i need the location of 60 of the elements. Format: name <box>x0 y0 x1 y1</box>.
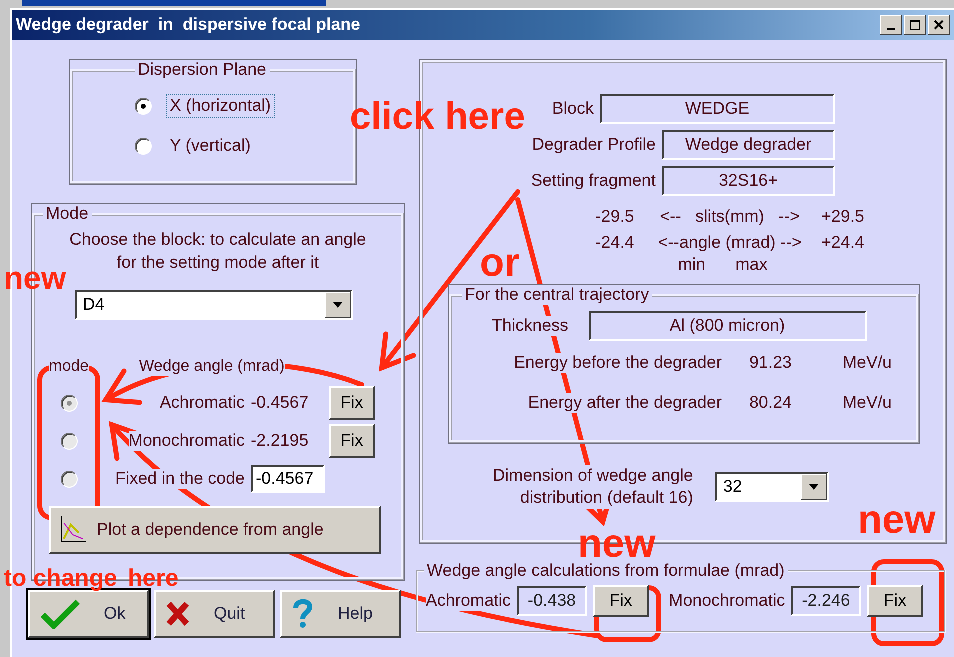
dimension-dropdown[interactable]: 32 <box>715 472 830 502</box>
value-display: -2.246 <box>791 586 862 616</box>
ok-button[interactable]: Ok <box>28 590 149 638</box>
block-dropdown[interactable]: D4 <box>75 290 353 320</box>
row-label: Fixed in the code <box>116 469 245 489</box>
range-label: <--angle (mrad) --> <box>657 233 803 253</box>
max-label: max <box>736 255 768 275</box>
chart-icon <box>59 515 87 545</box>
maximize-button[interactable] <box>904 15 926 35</box>
field-label: Setting fragment <box>531 171 656 191</box>
close-button[interactable] <box>928 15 950 35</box>
annotation-text: new <box>858 500 936 540</box>
annotation-text: here <box>128 567 179 591</box>
max-value: +24.4 <box>820 233 866 253</box>
radio-label[interactable]: X (horizontal) <box>166 94 276 118</box>
plot-button[interactable]: Plot a dependence from angle <box>49 506 381 554</box>
quit-button[interactable]: Quit <box>154 590 275 638</box>
field-label: Degrader Profile <box>532 135 656 155</box>
value-display: 32S16+ <box>662 166 835 196</box>
group-title: Mode <box>45 204 90 224</box>
max-value: +29.5 <box>820 207 866 227</box>
min-label: min <box>678 255 706 275</box>
help-button[interactable]: Help <box>280 590 401 638</box>
unit-label: MeV/u <box>842 353 892 373</box>
energy-value: 91.23 <box>748 353 792 373</box>
field-label: Thickness <box>492 316 569 336</box>
energy-label: Energy after the degrader <box>528 393 722 413</box>
annotation-text: new <box>578 524 656 564</box>
value-display: Wedge degrader <box>662 130 835 160</box>
fix-button[interactable]: Fix <box>593 585 650 617</box>
annotation-text: new <box>4 262 66 294</box>
group-title: Wedge angle calculations from formulae (mrad) <box>426 561 786 581</box>
min-value: -24.4 <box>594 233 636 253</box>
window-title: Wedge degrader in dispersive focal plane <box>16 15 362 35</box>
annotation-text: or <box>480 243 520 283</box>
check-icon <box>40 599 80 629</box>
group-title: Dispersion Plane <box>137 60 268 80</box>
minimize-button[interactable] <box>880 15 902 35</box>
dimension-label: Dimension of wedge angle distribution (default 16) <box>493 465 694 509</box>
column-header: Wedge angle (mrad) <box>139 358 285 376</box>
fix-button[interactable]: Fix <box>867 585 924 617</box>
value-display: Al (800 micron) <box>588 311 867 341</box>
maximize-icon <box>909 19 921 31</box>
annotation-text: click here <box>350 98 526 136</box>
annotation-text: to change <box>4 567 118 591</box>
value-display: -0.438 <box>517 586 588 616</box>
unit-label: MeV/u <box>842 393 892 413</box>
row-label: Achromatic <box>426 591 512 611</box>
cross-icon <box>166 601 190 627</box>
radio-label[interactable]: Y (vertical) <box>166 134 255 158</box>
range-label: <-- slits(mm) --> <box>659 207 801 227</box>
question-mark-icon <box>292 599 314 629</box>
instruction-text: Choose the block: to calculate an angle for the setting mode after it <box>68 229 368 274</box>
value-display: WEDGE <box>600 94 835 124</box>
minimize-icon <box>887 28 895 30</box>
energy-label: Energy before the degrader <box>514 353 722 373</box>
energy-value: 80.24 <box>748 393 792 413</box>
row-label: Monochromatic <box>128 431 245 451</box>
min-value: -29.5 <box>594 207 636 227</box>
close-icon <box>934 20 944 30</box>
